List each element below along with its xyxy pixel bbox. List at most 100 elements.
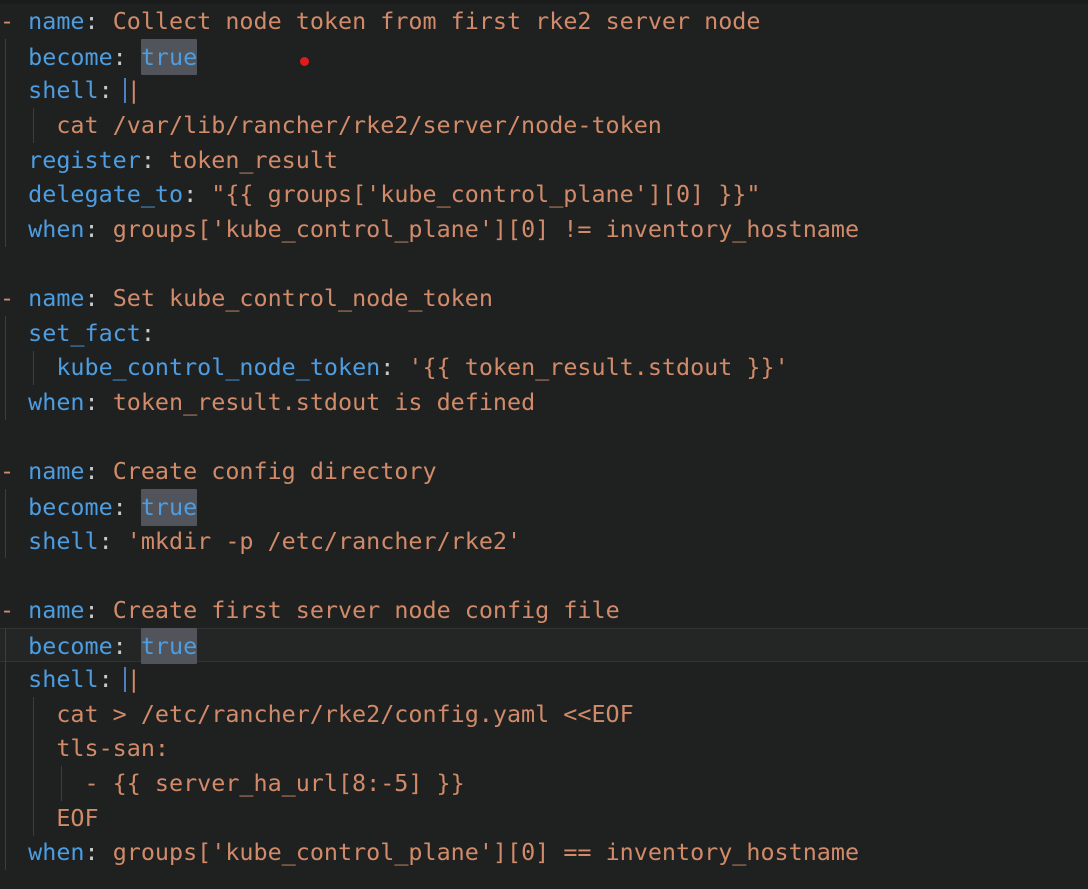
code-token: when [28,388,85,417]
code-token: - [0,7,29,35]
code-token: token_result.stdout is defined [112,388,536,417]
code-line[interactable]: tls-san: [0,731,1088,766]
code-line[interactable]: kube_control_node_token: '{{ token_resul… [0,350,1088,385]
code-editor[interactable]: - name: Collect node token from first rk… [0,0,1088,889]
code-token: : [84,7,113,35]
code-token: "{{ groups['kube_control_plane'][0] }}" [211,180,761,209]
code-token: EOF [0,803,99,832]
code-line[interactable]: cat > /etc/rancher/rke2/config.yaml <<EO… [0,697,1088,732]
code-token: : [84,284,113,313]
code-token: | [126,76,141,105]
code-token: name [28,595,85,624]
code-token: : [84,388,113,417]
code-token: become [28,492,113,521]
code-line[interactable]: EOF [0,801,1088,836]
code-line[interactable]: become: true [0,488,1088,526]
code-token: name [28,457,85,486]
code-token: : [112,492,141,521]
code-token: Collect node token from first rke2 serve… [112,7,761,35]
code-line[interactable]: become: true [0,38,1088,76]
code-line[interactable]: set_fact: [0,316,1088,351]
code-token: when [28,214,85,243]
code-token: - [0,595,29,624]
code-token: '{{ token_result.stdout }}' [408,353,789,382]
code-token: - [0,284,29,313]
code-token: shell [28,526,99,555]
code-line[interactable]: - name: Set kube_control_node_token [0,281,1088,316]
diagnostic-dot-icon[interactable] [300,57,309,66]
code-token: name [28,7,85,35]
code-line[interactable] [0,420,1088,455]
code-token: token_result [169,145,339,174]
code-token: name [28,284,85,313]
code-token: register [28,145,141,174]
highlighted-token: true [140,488,198,526]
code-token: Set kube_control_node_token [112,284,493,313]
code-token: : [84,457,113,486]
code-token: set_fact [28,318,141,347]
code-token: - {{ server_ha_url[8:-5] }} [0,769,465,798]
code-token: : [112,42,141,71]
code-token: : [84,838,113,867]
code-token: shell [28,76,99,105]
code-token: Create config directory [112,457,437,486]
highlighted-token: true [140,627,198,665]
code-token: become [28,631,113,660]
code-token: 'mkdir -p /etc/rancher/rke2' [126,526,522,555]
code-token: : [140,318,155,347]
code-token: delegate_to [28,180,184,209]
code-line[interactable]: register: token_result [0,143,1088,178]
code-token: : [98,76,127,105]
code-token: | [126,665,141,694]
code-line[interactable]: shell: | [0,662,1088,697]
code-token: cat > /etc/rancher/rke2/config.yaml <<EO… [0,699,634,728]
code-token: kube_control_node_token [56,353,381,382]
code-surface[interactable]: - name: Collect node token from first rk… [0,4,1088,889]
code-token: shell [28,665,99,694]
code-line[interactable] [0,558,1088,593]
code-token: : [98,665,127,694]
code-line[interactable]: delegate_to: "{{ groups['kube_control_pl… [0,177,1088,212]
code-line[interactable]: when: groups['kube_control_plane'][0] ==… [0,835,1088,870]
code-line[interactable]: cat /var/lib/rancher/rke2/server/node-to… [0,108,1088,143]
code-token: : [380,353,409,382]
code-line[interactable]: when: token_result.stdout is defined [0,385,1088,420]
code-token: : [183,180,212,209]
code-token: : [84,214,113,243]
highlighted-token: true [140,38,198,76]
code-token: Create first server node config file [112,595,620,624]
code-line[interactable] [0,246,1088,281]
code-token: - [0,457,29,486]
code-line[interactable]: - name: Create first server node config … [0,593,1088,628]
code-token: when [28,838,85,867]
code-line[interactable]: shell: 'mkdir -p /etc/rancher/rke2' [0,524,1088,559]
code-token: groups['kube_control_plane'][0] != inven… [112,214,860,243]
code-line[interactable]: become: true [0,627,1088,665]
code-token: : [140,145,170,174]
code-line[interactable]: - {{ server_ha_url[8:-5] }} [0,766,1088,801]
code-line[interactable]: - name: Collect node token from first rk… [0,4,1088,39]
code-line[interactable]: when: groups['kube_control_plane'][0] !=… [0,212,1088,247]
code-token: : [98,526,127,555]
code-token: : [112,631,141,660]
code-token: cat /var/lib/rancher/rke2/server/node-to… [0,110,662,139]
code-line[interactable]: shell: | [0,73,1088,108]
code-line[interactable]: - name: Create config directory [0,454,1088,489]
code-token: tls-san: [0,734,169,763]
